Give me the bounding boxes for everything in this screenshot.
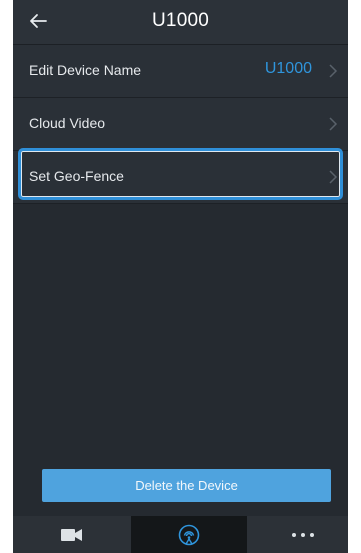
- app-header: U1000: [13, 0, 348, 45]
- settings-item-label: Edit Device Name: [29, 62, 142, 78]
- tab-device[interactable]: [131, 516, 247, 553]
- settings-item-edit-device-name[interactable]: Edit Device Name U1000: [13, 45, 348, 98]
- chevron-right-icon: [329, 117, 338, 131]
- device-name-value: U1000: [264, 60, 312, 77]
- settings-item-label: Cloud Video: [29, 115, 106, 131]
- tab-more[interactable]: [247, 516, 348, 553]
- settings-item-set-geo-fence[interactable]: Set Geo-Fence: [13, 151, 348, 204]
- bottom-tab-bar: [13, 516, 348, 553]
- more-dots-icon: [292, 533, 314, 537]
- chevron-right-icon: [329, 170, 338, 184]
- chevron-right-icon: [329, 64, 338, 78]
- phone-screen: U1000 Edit Device Name U1000 Cloud Video…: [13, 0, 348, 553]
- video-camera-icon: [61, 529, 82, 541]
- page-title: U1000: [152, 10, 209, 31]
- delete-device-button[interactable]: Delete the Device: [42, 469, 331, 502]
- signal-icon: [178, 524, 200, 546]
- settings-item-label: Set Geo-Fence: [29, 168, 124, 184]
- tab-video[interactable]: [13, 516, 131, 553]
- settings-item-cloud-video[interactable]: Cloud Video: [13, 98, 348, 151]
